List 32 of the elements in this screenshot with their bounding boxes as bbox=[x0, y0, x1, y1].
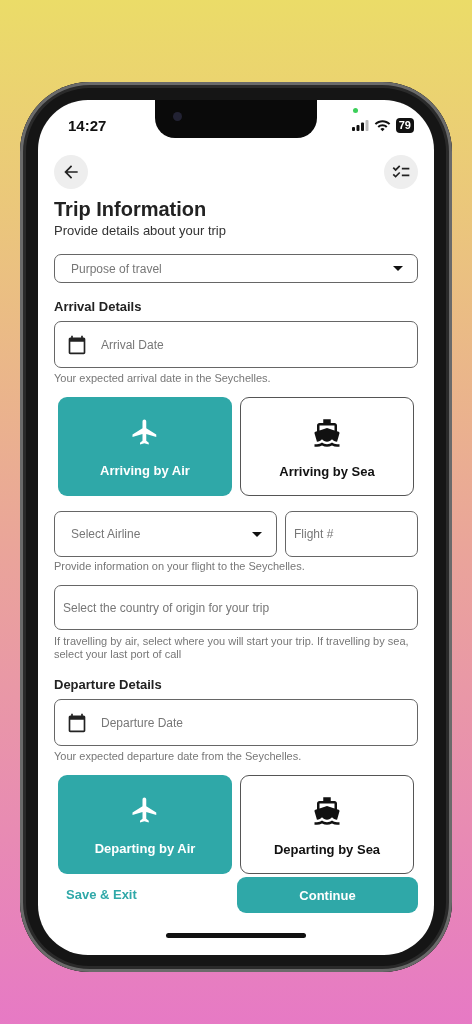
travel-mode-option[interactable]: Arriving by Sea bbox=[240, 397, 414, 496]
helper-text: Your expected arrival date in the Seychelles. bbox=[54, 372, 272, 385]
ship-icon bbox=[312, 418, 342, 448]
continue-button[interactable]: Continue bbox=[237, 877, 418, 913]
airline-select[interactable]: Select Airline bbox=[54, 511, 277, 557]
signal-icon bbox=[351, 119, 369, 131]
helper-text: Your expected departure date from the Seychelles. bbox=[54, 750, 303, 763]
checklist-button[interactable] bbox=[384, 155, 418, 189]
ship-icon bbox=[312, 796, 342, 826]
travel-mode-option[interactable]: Departing by Sea bbox=[240, 775, 414, 874]
dropdown-caret-icon bbox=[252, 531, 262, 537]
dropdown-caret-icon bbox=[393, 266, 403, 271]
battery-level: 79 bbox=[395, 117, 414, 133]
travel-mode-option[interactable]: Departing by Air bbox=[58, 775, 232, 874]
page-title: Trip Information bbox=[54, 197, 208, 221]
helper-text: Provide information on your flight to the Seychelles. bbox=[54, 560, 306, 573]
section-heading: Departure Details bbox=[54, 677, 163, 693]
page-subtitle: Provide details about your trip bbox=[54, 223, 227, 239]
calendar-icon bbox=[67, 712, 87, 733]
country-field[interactable]: Select the country of origin for your trip bbox=[54, 585, 418, 630]
privacy-indicator-dot bbox=[353, 108, 358, 113]
purpose-select[interactable]: Purpose of travel bbox=[54, 254, 418, 283]
helper-text: If travelling by air, select where you will start your trip. If travelling by sea, select your last port of call bbox=[54, 635, 410, 661]
section-heading: Arrival Details bbox=[54, 299, 143, 315]
date-field[interactable]: Arrival Date bbox=[54, 321, 418, 368]
back-button[interactable] bbox=[54, 155, 88, 189]
calendar-icon bbox=[67, 334, 87, 355]
status-time: 14:27 bbox=[68, 116, 107, 134]
travel-mode-option[interactable]: Arriving by Air bbox=[58, 397, 232, 496]
date-field[interactable]: Departure Date bbox=[54, 699, 418, 746]
flight-number-field[interactable]: Flight # bbox=[285, 511, 418, 557]
save-exit-button[interactable]: Save & Exit bbox=[66, 877, 137, 912]
